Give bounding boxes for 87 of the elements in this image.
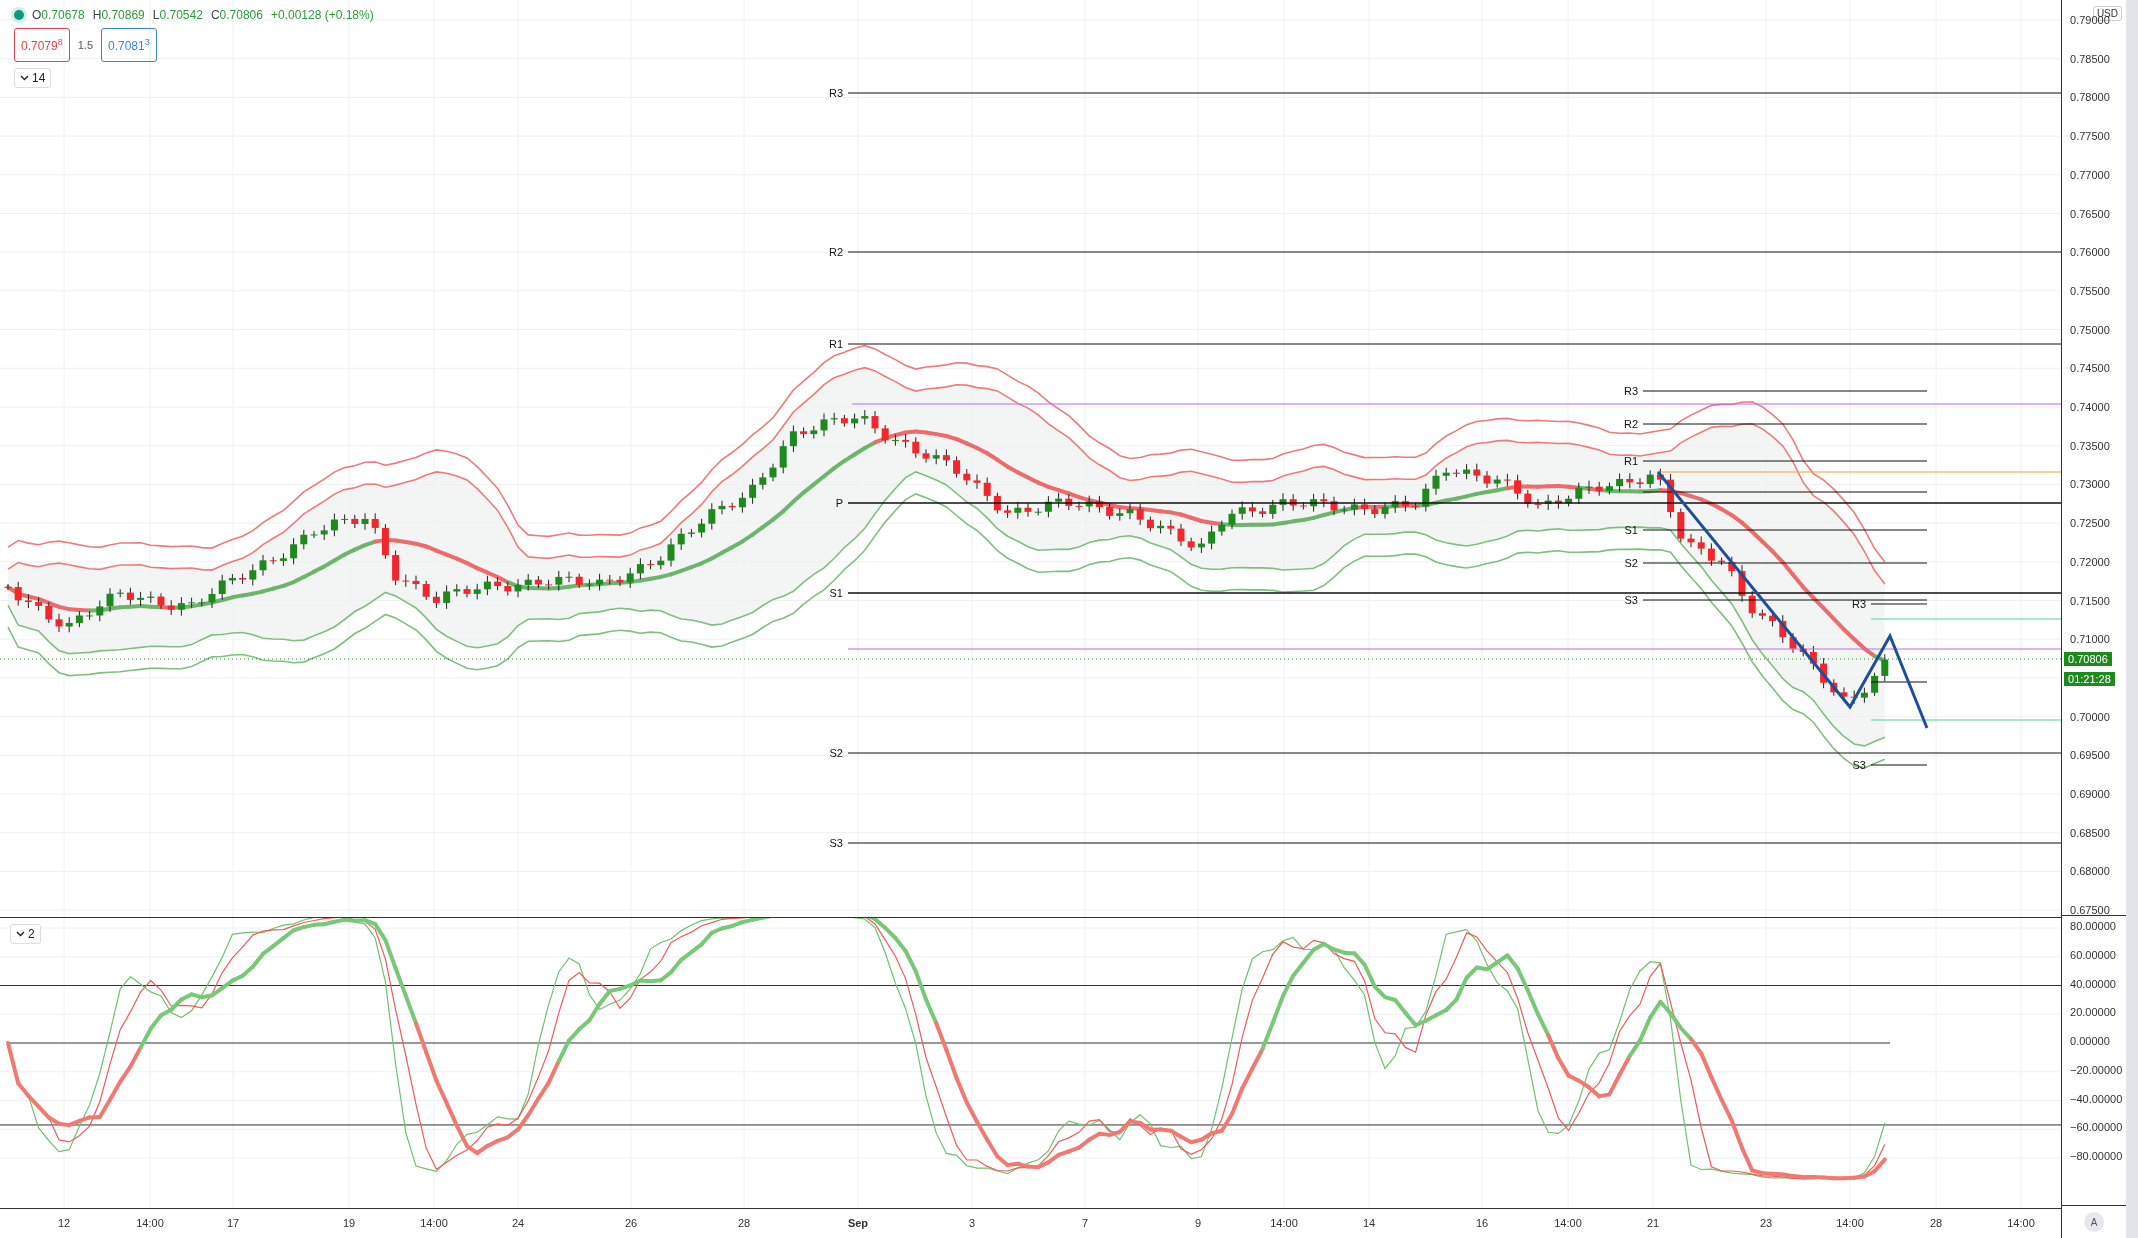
time-label: 19	[342, 1217, 356, 1230]
oscillator-label: −40.00000	[2070, 1092, 2123, 1105]
price-label: 0.67500	[2070, 904, 2110, 917]
time-label: 3	[968, 1217, 976, 1230]
price-label: 0.76000	[2070, 246, 2110, 259]
pivot-label: P	[835, 497, 843, 509]
pivot-label: R1	[1623, 455, 1638, 467]
time-label: 16	[1475, 1217, 1489, 1230]
chevron-down-icon	[20, 75, 29, 81]
pivot-label: S3	[1852, 759, 1866, 771]
last-price-tag: 0.70806	[2064, 652, 2112, 666]
chevron-down-icon	[16, 931, 25, 938]
price-change: +0.00128 (+0.18%)	[270, 8, 374, 22]
price-label: 0.77000	[2070, 168, 2110, 181]
countdown-tag: 01:21:28	[2064, 672, 2115, 686]
time-label: 21	[1646, 1217, 1660, 1230]
pivot-label: R3	[1623, 385, 1638, 397]
time-label: 14:00	[1836, 1217, 1864, 1230]
pivot-label: R2	[828, 246, 843, 258]
price-label: 0.75500	[2070, 284, 2110, 297]
time-label: 14:00	[2007, 1217, 2035, 1230]
price-label: 0.72000	[2070, 555, 2110, 568]
ohlc-value: C0.70806	[210, 8, 263, 22]
sell-price-button[interactable]: 0.7079$^{8}$	[14, 28, 70, 62]
time-label: 28	[737, 1217, 751, 1230]
pivot-label: S1	[1624, 524, 1638, 536]
price-label: 0.74000	[2070, 401, 2110, 413]
price-label: 0.78000	[2070, 91, 2110, 104]
time-label: 14:00	[1554, 1217, 1582, 1230]
pivot-label: R3	[1851, 598, 1866, 610]
oscillator-label: 40.00000	[2070, 977, 2116, 990]
price-label: 0.77500	[2070, 130, 2110, 143]
oscillator-label: −60.00000	[2070, 1121, 2123, 1134]
time-label: 12	[57, 1217, 71, 1230]
ohlc-value: H0.70869	[92, 8, 145, 22]
price-label: 0.69000	[2070, 788, 2110, 800]
pivot-label: S1	[829, 587, 843, 599]
time-label: 14:00	[420, 1217, 448, 1230]
pivot-line	[1870, 603, 1928, 605]
pivot-label: S3	[1624, 594, 1638, 606]
price-label: 0.78500	[2070, 52, 2110, 65]
price-label: 0.68500	[2070, 826, 2110, 839]
pivot-label: R1	[828, 338, 843, 350]
pivot-line	[1870, 764, 1928, 766]
oscillator-label: −80.00000	[2070, 1150, 2123, 1162]
time-label: 14	[1362, 1217, 1376, 1230]
pivot-label: R2	[1623, 418, 1638, 430]
time-label: 28	[1929, 1217, 1943, 1230]
ohlc-value: L0.70542	[152, 8, 203, 22]
price-label: 0.73500	[2070, 439, 2110, 452]
time-label: 7	[1081, 1217, 1089, 1230]
time-label: 23	[1759, 1217, 1773, 1230]
price-label: 0.73000	[2070, 478, 2110, 491]
oscillator-label: 20.00000	[2070, 1006, 2116, 1019]
oscillator-label: 60.00000	[2070, 948, 2116, 961]
pivot-label: S2	[1624, 557, 1638, 569]
time-label: 24	[511, 1217, 525, 1230]
price-label: 0.69500	[2070, 749, 2110, 762]
price-label: 0.75000	[2070, 323, 2110, 336]
scrollbar[interactable]	[2126, 0, 2138, 1238]
oscillator-label: 80.00000	[2070, 920, 2116, 932]
auto-scale-button[interactable]: A	[2084, 1212, 2104, 1232]
price-label: 0.70000	[2070, 710, 2110, 723]
price-label: 0.72500	[2070, 517, 2110, 530]
spread-value: 1.5	[77, 39, 93, 51]
time-label: 26	[624, 1217, 638, 1230]
price-label: 0.71500	[2070, 594, 2110, 607]
buy-price-button[interactable]: 0.7081$^{3}$	[101, 28, 157, 62]
price-label: 0.68000	[2070, 865, 2110, 878]
price-label: 0.74500	[2070, 362, 2110, 375]
time-label: 14:00	[1270, 1217, 1298, 1230]
pivot-line	[1870, 681, 1928, 683]
time-label: 17	[226, 1217, 240, 1230]
indicator-toggle[interactable]: 14	[14, 68, 52, 88]
oscillator-label: −20.00000	[2070, 1063, 2123, 1076]
price-label: 0.76500	[2070, 207, 2110, 220]
pivot-label: S3	[829, 837, 843, 849]
indicator-toggle[interactable]: 2	[10, 924, 41, 945]
time-label: 9	[1194, 1217, 1202, 1230]
oscillator-label: 0.00000	[2070, 1035, 2110, 1047]
time-label: Sep	[847, 1217, 869, 1230]
time-label: 14:00	[136, 1217, 164, 1230]
pivot-label: R3	[828, 87, 843, 99]
pivot-label: S2	[829, 747, 843, 759]
price-label: 0.71000	[2070, 633, 2110, 646]
ohlc-value: O0.70678	[32, 8, 85, 22]
status-dot	[14, 10, 24, 20]
